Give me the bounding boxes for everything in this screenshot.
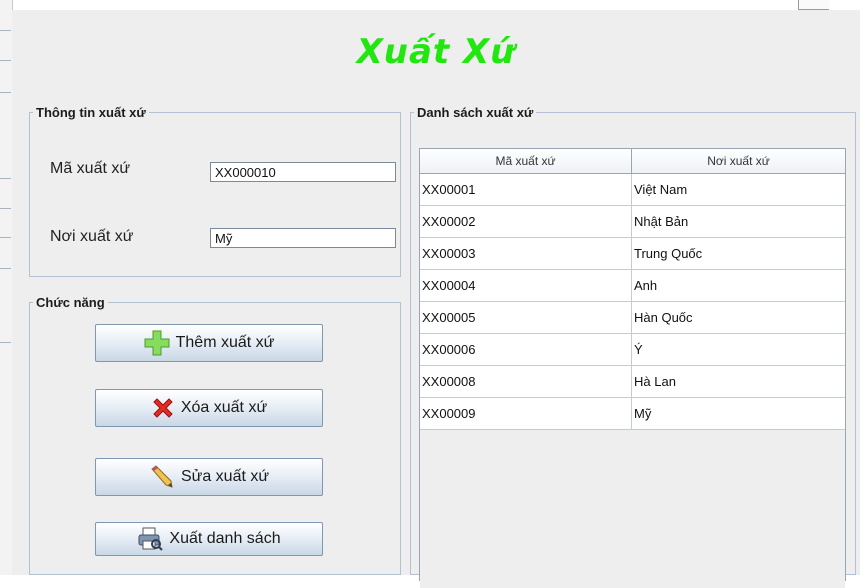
plus-icon [144, 330, 170, 356]
add-origin-label: Thêm xuất xứ [175, 334, 275, 351]
cell-origin: Việt Nam [634, 182, 688, 197]
strip-mark [0, 237, 11, 238]
window-control[interactable] [798, 0, 829, 10]
cell-code: XX00008 [420, 366, 632, 397]
function-legend: Chức năng [36, 295, 105, 310]
column-header-code[interactable]: Mã xuất xứ [420, 149, 632, 173]
delete-origin-button[interactable]: Xóa xuất xứ [95, 389, 323, 427]
table-row[interactable]: XX00009 Mỹ [420, 398, 845, 430]
info-legend: Thông tin xuất xứ [36, 105, 146, 120]
x-icon [151, 396, 175, 420]
cell-origin: Hàn Quốc [634, 310, 693, 325]
table-row[interactable]: XX00002 Nhật Bản [420, 206, 845, 238]
table-empty-area [420, 430, 845, 588]
cell-origin: Hà Lan [634, 374, 676, 389]
info-group: Thông tin xuất xứ Mã xuất xứ Nơi xuất xứ [29, 105, 401, 277]
export-list-label: Xuất danh sách [169, 530, 281, 547]
code-field[interactable] [210, 162, 396, 182]
add-origin-button[interactable]: Thêm xuất xứ [95, 324, 323, 362]
origin-panel: Xuất Xứ Thông tin xuất xứ Mã xuất xứ Nơi… [12, 10, 860, 588]
strip-mark [0, 178, 11, 179]
column-header-origin[interactable]: Nơi xuất xứ [632, 149, 845, 173]
cell-code: XX00006 [420, 334, 632, 365]
table-row[interactable]: XX00004 Anh [420, 270, 845, 302]
cell-code: XX00003 [420, 238, 632, 269]
strip-mark [0, 92, 11, 93]
export-list-button[interactable]: Xuất danh sách [95, 522, 323, 556]
edit-origin-label: Sửa xuất xứ [180, 468, 270, 485]
strip-mark [0, 208, 11, 209]
table-row[interactable]: XX00003 Trung Quốc [420, 238, 845, 270]
cell-origin: Mỹ [634, 406, 652, 421]
edit-origin-button[interactable]: Sửa xuất xứ [95, 458, 323, 496]
table-row[interactable]: XX00001 Việt Nam [420, 174, 845, 206]
strip-mark [0, 60, 11, 61]
cell-origin: Trung Quốc [634, 246, 703, 261]
cell-code: XX00001 [420, 174, 632, 205]
cell-code: XX00009 [420, 398, 632, 429]
code-label: Mã xuất xứ [50, 160, 131, 177]
delete-origin-label: Xóa xuất xứ [180, 399, 268, 416]
cell-origin: Ý [634, 342, 643, 357]
cell-code: XX00002 [420, 206, 632, 237]
strip-mark [0, 342, 11, 343]
printer-icon [137, 527, 164, 551]
origin-table[interactable]: Mã xuất xứ Nơi xuất xứ XX00001 Việt Nam … [419, 148, 846, 588]
page-title: Xuất Xứ [356, 32, 516, 72]
origin-label: Nơi xuất xứ [50, 228, 134, 245]
pencil-icon [149, 464, 175, 490]
list-group: Danh sách xuất xứ Mã xuất xứ Nơi xuất xứ… [410, 105, 856, 588]
table-row[interactable]: XX00005 Hàn Quốc [420, 302, 845, 334]
origin-field[interactable] [210, 228, 396, 248]
strip-mark [0, 268, 11, 269]
cell-code: XX00005 [420, 302, 632, 333]
cell-origin: Anh [634, 278, 658, 293]
cell-origin: Nhật Bản [634, 214, 689, 229]
table-row[interactable]: XX00006 Ý [420, 334, 845, 366]
strip-mark [0, 30, 11, 31]
cell-code: XX00004 [420, 270, 632, 301]
table-header: Mã xuất xứ Nơi xuất xứ [420, 149, 845, 174]
function-group: Chức năng Thêm xuất xứ Xóa xuất xứ Sửa x… [29, 295, 401, 575]
table-row[interactable]: XX00008 Hà Lan [420, 366, 845, 398]
list-legend: Danh sách xuất xứ [417, 105, 534, 120]
